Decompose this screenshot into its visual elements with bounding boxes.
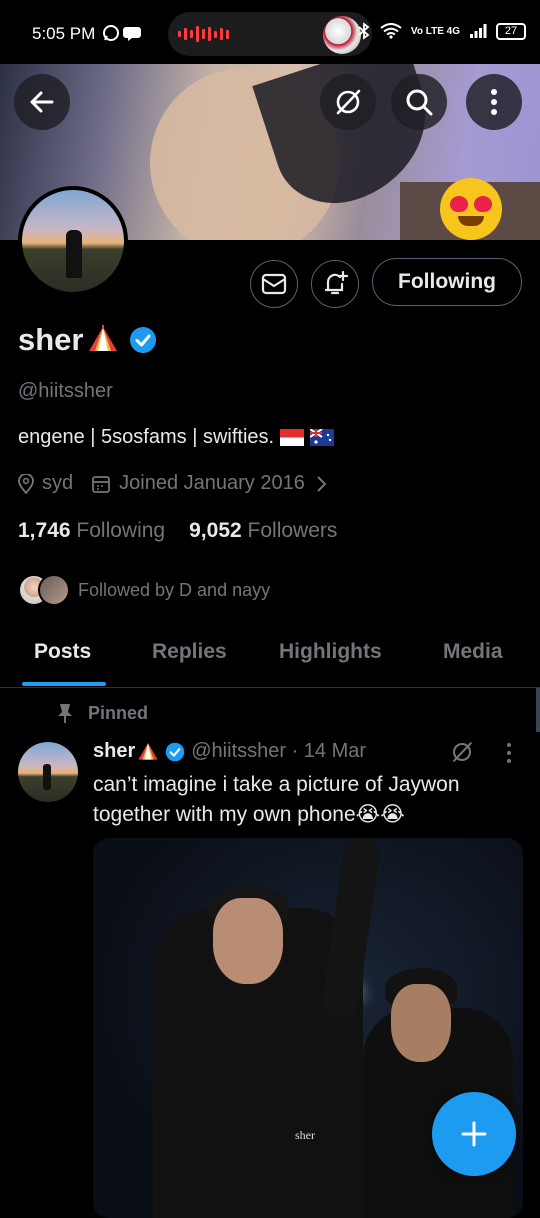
search-button[interactable] xyxy=(391,74,447,130)
profile-tabs: Posts Replies Highlights Media xyxy=(0,626,540,688)
image-watermark: sher xyxy=(295,1128,315,1142)
tab-posts[interactable]: Posts xyxy=(34,640,91,664)
active-tab-indicator xyxy=(22,682,106,686)
compose-plus-icon xyxy=(461,1121,487,1147)
heart-eyes-emoji xyxy=(440,178,502,240)
more-options-button[interactable] xyxy=(466,74,522,130)
pinned-label: Pinned xyxy=(88,702,149,723)
profile-handle: @hiitssher xyxy=(18,380,113,402)
location-pin-icon xyxy=(18,473,34,494)
followers-count-link[interactable]: 9,052 Followers xyxy=(189,519,337,543)
back-button[interactable] xyxy=(14,74,70,130)
profile-location: syd xyxy=(42,472,74,494)
battery-icon: 27 xyxy=(496,22,526,40)
followers-label: Followers xyxy=(247,519,338,542)
tab-replies[interactable]: Replies xyxy=(152,640,227,664)
followed-by[interactable]: Followed by D and nayy xyxy=(18,574,270,606)
status-bar: 5:05 PM Vo LTE 4G 27 xyxy=(0,0,540,64)
audio-wave-icon xyxy=(178,26,229,42)
post-author-name[interactable]: sher xyxy=(93,740,135,763)
bluetooth-icon xyxy=(358,22,370,40)
more-vertical-icon xyxy=(491,89,497,115)
network-label: Vo LTE 4G xyxy=(410,25,460,37)
profile-name: sher xyxy=(18,322,84,357)
notification-bell-icon xyxy=(324,270,349,295)
status-time: 5:05 PM xyxy=(32,24,96,43)
scrollbar[interactable] xyxy=(536,688,540,732)
verified-badge-icon xyxy=(165,742,185,761)
pinned-label-row: Pinned xyxy=(56,702,148,724)
post-more-icon[interactable] xyxy=(505,742,513,764)
whatsapp-icon xyxy=(103,25,141,41)
search-icon xyxy=(406,89,433,116)
profile-name-row: sher xyxy=(18,322,157,358)
chevron-right-icon[interactable] xyxy=(315,474,329,494)
message-button[interactable] xyxy=(250,260,298,308)
compose-post-button[interactable] xyxy=(432,1092,516,1176)
circus-tent-icon xyxy=(138,742,158,760)
followed-by-text: Followed by D and nayy xyxy=(78,579,271,600)
circus-tent-icon xyxy=(89,325,118,351)
post-author-handle: @hiitssher · 14 Mar xyxy=(191,740,367,762)
follower-avatar-2 xyxy=(38,574,70,606)
now-playing-artwork[interactable] xyxy=(323,16,361,54)
bio-text: engene | 5sosfams | swifties. xyxy=(18,426,275,448)
post-text: can’t imagine i take a picture of Jaywon… xyxy=(93,773,460,826)
indonesia-flag-icon xyxy=(280,429,305,446)
profile-bio: engene | 5sosfams | swifties. xyxy=(18,426,335,449)
profile-avatar[interactable] xyxy=(18,186,128,296)
signal-icon xyxy=(470,24,487,38)
australia-flag-icon xyxy=(310,429,335,446)
battery-level: 27 xyxy=(504,25,518,37)
mail-icon xyxy=(261,273,287,295)
grok-icon xyxy=(336,89,361,115)
notifications-button[interactable] xyxy=(311,260,359,308)
following-count-link[interactable]: 1,746 Following xyxy=(18,519,165,543)
tab-highlights[interactable]: Highlights xyxy=(279,640,382,664)
wifi-icon xyxy=(380,23,402,39)
follow-counts: 1,746 Following 9,052 Followers xyxy=(18,519,337,543)
pin-icon xyxy=(58,704,72,723)
following-count: 1,746 xyxy=(18,519,71,542)
verified-badge-icon[interactable] xyxy=(129,326,157,354)
following-label: Following xyxy=(76,519,166,542)
followers-count: 9,052 xyxy=(189,519,242,542)
back-arrow-icon xyxy=(30,91,54,113)
profile-joined: Joined January 2016 xyxy=(119,472,305,494)
status-right-icons: Vo LTE 4G 27 xyxy=(357,22,526,40)
profile-meta: syd Joined January 2016 xyxy=(18,472,329,495)
following-button[interactable]: Following xyxy=(372,258,522,306)
post-header: sher @hiitssher · 14 Mar xyxy=(93,740,366,763)
grok-button[interactable] xyxy=(320,74,376,130)
notification-icons xyxy=(102,24,142,46)
tab-media[interactable]: Media xyxy=(443,640,503,664)
grok-icon[interactable] xyxy=(450,740,474,764)
calendar-icon xyxy=(92,475,111,493)
post-author-avatar[interactable] xyxy=(18,742,78,802)
